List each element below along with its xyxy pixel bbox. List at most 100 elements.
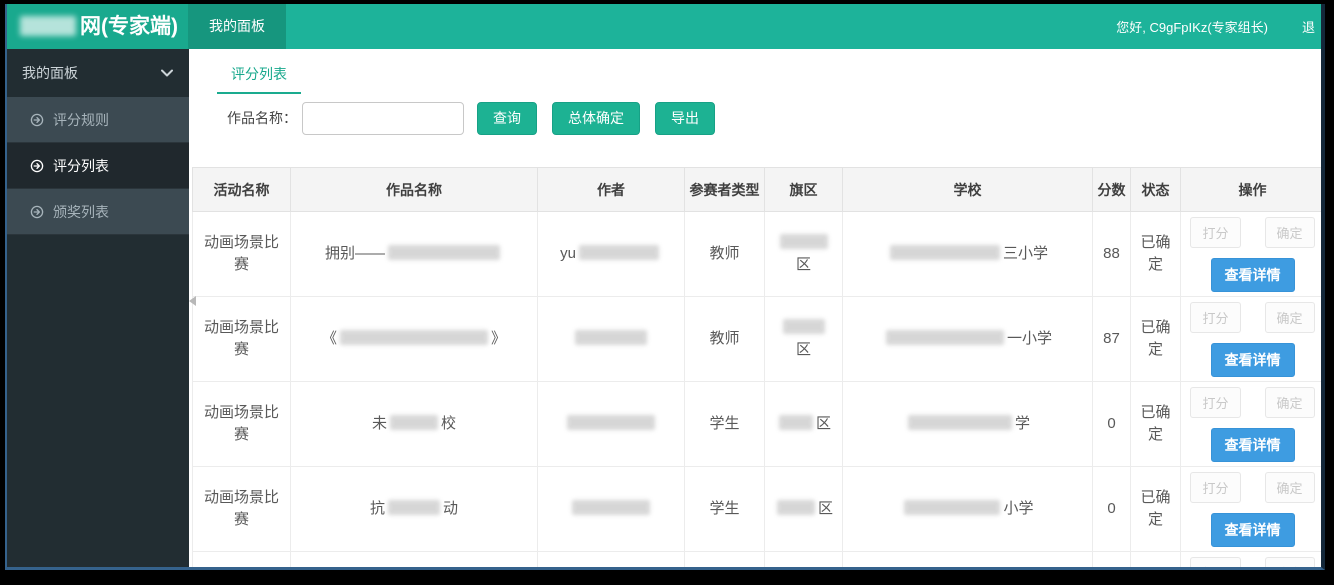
user-greeting: 您好, C9gFpIKz(专家组长) [1116,17,1268,36]
chevron-down-icon [161,69,173,77]
cell-type [685,552,765,568]
app-logo-text: 网(专家端) [80,15,178,38]
sidebar-item-score-rules[interactable]: 评分规则 [7,97,189,143]
cell-school: 一小学 [843,297,1093,382]
cell-score: 87 [1093,297,1131,382]
redacted-text [572,500,650,515]
search-bar: 作品名称： 查询 总体确定 导出 [227,101,1321,135]
score-button: 打分 [1190,302,1240,333]
redacted-text [567,415,655,430]
cell-work: 《》 [291,297,538,382]
cell-type: 教师 [685,297,765,382]
arrow-circle-right-icon [30,159,44,173]
overall-confirm-button[interactable]: 总体确定 [552,102,640,135]
sidebar-header[interactable]: 我的面板 [7,49,189,97]
redacted-text [575,330,647,345]
export-button[interactable]: 导出 [655,102,715,135]
confirm-button: 确定 [1265,302,1315,333]
query-button[interactable]: 查询 [477,102,537,135]
table-header-row: 活动名称作品名称作者参赛者类型旗区学校分数状态操作 [193,168,1322,212]
view-detail-button[interactable]: 查看详情 [1211,258,1295,292]
table-row: 动画场景比赛拥别——yu教师区三小学88已确定打分确定查看详情 [193,212,1322,297]
cell-actions: 打分确定查看详情 [1181,212,1322,297]
cell-author [538,552,685,568]
cell-activity: 动画场景比赛 [193,467,291,552]
work-name-input[interactable] [302,102,464,135]
cell-author [538,467,685,552]
redacted-text [779,415,813,430]
confirm-button: 确定 [1265,557,1315,568]
cell-actions: 打分确定查看详情 [1181,382,1322,467]
cell-author: yu [538,212,685,297]
sidebar-header-label: 我的面板 [22,63,78,83]
cell-school: 学 [843,382,1093,467]
score-button: 打分 [1190,387,1240,418]
redacted-text [904,500,1000,515]
cell-score: 88 [1093,212,1131,297]
view-detail-button[interactable]: 查看详情 [1211,428,1295,462]
confirm-button: 确定 [1265,387,1315,418]
cell-district: 区 [765,382,843,467]
redacted-text [579,245,659,260]
score-button: 打分 [1190,557,1240,568]
redacted-text [777,500,815,515]
column-header: 学校 [843,168,1093,212]
arrow-circle-right-icon [30,113,44,127]
sidebar-item-score-list[interactable]: 评分列表 [7,143,189,189]
cell-district: 区 [765,297,843,382]
cell-type: 学生 [685,467,765,552]
sidebar-nav: 评分规则评分列表颁奖列表 [7,97,189,235]
column-header: 作者 [538,168,685,212]
redacted-text [780,234,828,249]
redacted-text [388,500,440,515]
sidebar-item-award-list[interactable]: 颁奖列表 [7,189,189,235]
column-header: 旗区 [765,168,843,212]
cell-school [843,552,1093,568]
cell-status [1131,552,1181,568]
sidebar-item-label: 评分列表 [53,156,109,176]
redacted-text [390,415,438,430]
cell-score: 0 [1093,467,1131,552]
cell-work [291,552,538,568]
main-content: 评分列表 作品名称： 查询 总体确定 导出 活动名称作品名称作者参赛者类型旗区学… [189,49,1321,567]
redacted-text [886,330,1004,345]
topbar-right: 您好, C9gFpIKz(专家组长) 退 [1116,4,1315,49]
logo-redacted [20,16,76,36]
topnav-tab-my-panel[interactable]: 我的面板 [188,4,286,49]
cell-status: 已确定 [1131,382,1181,467]
cell-score: 0 [1093,382,1131,467]
redacted-text [908,415,1012,430]
table-row: 打分确定查看详情 [193,552,1322,568]
sidebar-item-label: 颁奖列表 [53,202,109,222]
cell-school: 三小学 [843,212,1093,297]
cell-type: 学生 [685,382,765,467]
cell-activity: 动画场景比赛 [193,297,291,382]
sidebar-item-label: 评分规则 [53,110,109,130]
redacted-text [890,245,1000,260]
cell-district: 区 [765,212,843,297]
score-button: 打分 [1190,217,1240,248]
cell-district: 区 [765,467,843,552]
window-frame: 网(专家端) 我的面板 您好, C9gFpIKz(专家组长) 退 我的面板 评分… [5,4,1325,570]
score-table: 活动名称作品名称作者参赛者类型旗区学校分数状态操作 动画场景比赛拥别——yu教师… [192,167,1321,567]
view-detail-button[interactable]: 查看详情 [1211,343,1295,377]
column-header: 参赛者类型 [685,168,765,212]
cell-author [538,297,685,382]
logout-link[interactable]: 退 [1302,17,1315,36]
table-row: 动画场景比赛《》 教师区一小学87已确定打分确定查看详情 [193,297,1322,382]
work-name-label: 作品名称： [227,108,297,128]
cell-status: 已确定 [1131,212,1181,297]
tab-score-list[interactable]: 评分列表 [217,61,301,94]
column-header: 操作 [1181,168,1322,212]
view-detail-button[interactable]: 查看详情 [1211,513,1295,547]
cell-status: 已确定 [1131,297,1181,382]
arrow-circle-right-icon [30,205,44,219]
table-row: 动画场景比赛抗动学生区小学0已确定打分确定查看详情 [193,467,1322,552]
cell-activity [193,552,291,568]
tab-bar: 评分列表 [189,49,1321,89]
sidebar-collapse-handle[interactable] [189,296,196,306]
topbar: 网(专家端) 我的面板 您好, C9gFpIKz(专家组长) 退 [7,4,1321,49]
column-header: 活动名称 [193,168,291,212]
cell-work: 抗动 [291,467,538,552]
cell-actions: 打分确定查看详情 [1181,467,1322,552]
